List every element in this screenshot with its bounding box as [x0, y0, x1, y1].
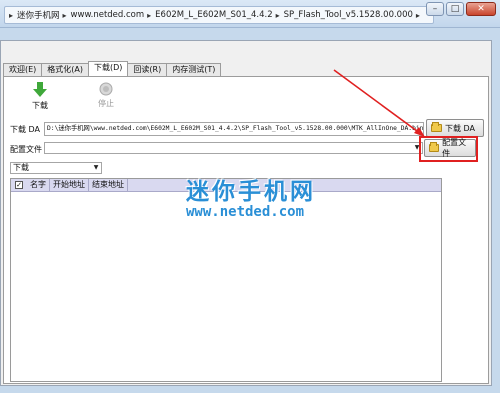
annotation-arrow [333, 69, 425, 137]
tab-download[interactable]: 下载(D) [88, 61, 129, 76]
